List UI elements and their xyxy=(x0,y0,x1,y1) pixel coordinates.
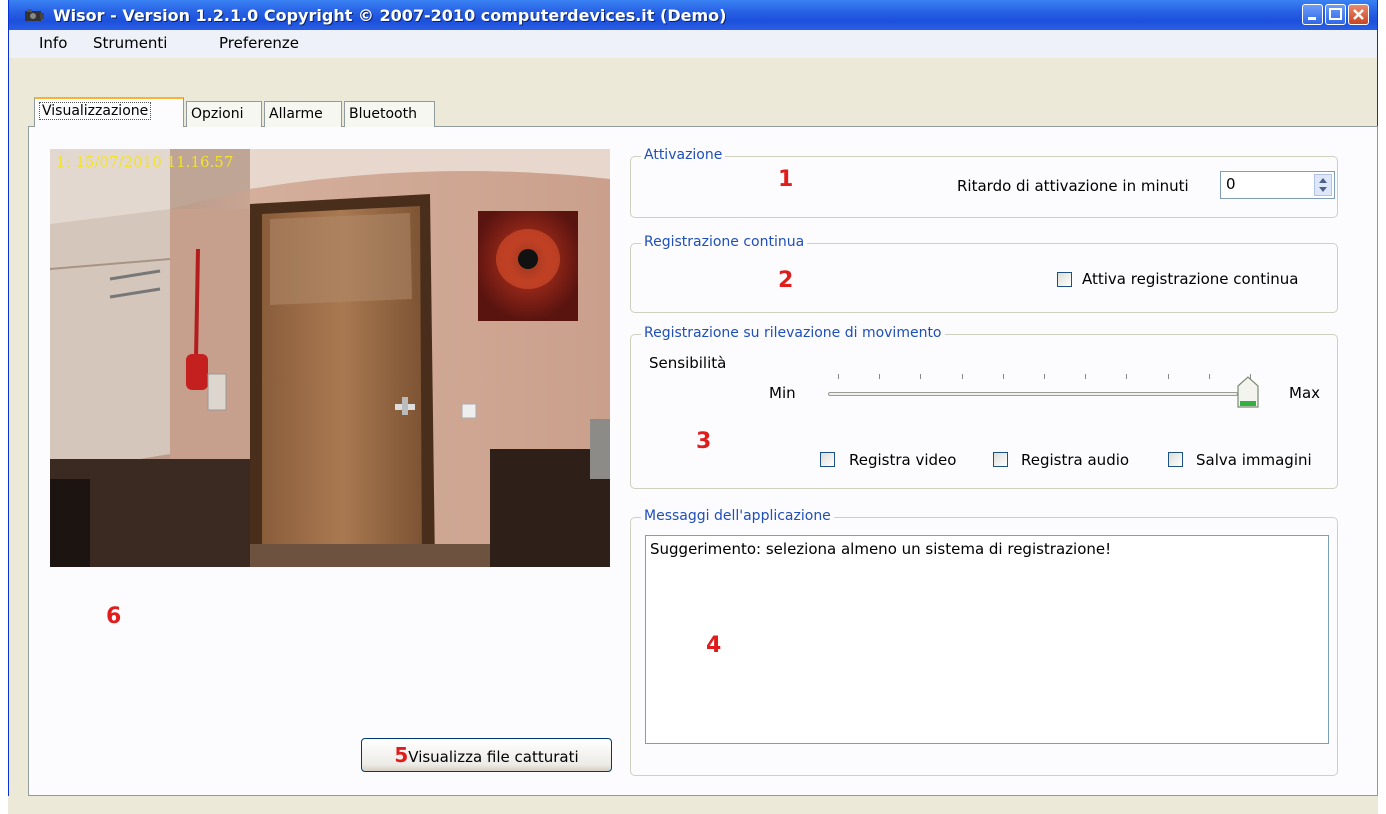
messaggi-textarea[interactable]: Suggerimento: seleziona almeno un sistem… xyxy=(645,535,1329,744)
capture-button-label: Visualizza file catturati xyxy=(408,748,579,766)
spin-up-down-icon xyxy=(1319,178,1327,192)
attiva-registrazione-continua-label: Attiva registrazione continua xyxy=(1082,270,1299,288)
slider-max-label: Max xyxy=(1289,384,1321,402)
group-continua-title: Registrazione continua xyxy=(641,234,808,250)
maximize-icon xyxy=(1329,8,1342,20)
ritardo-value: 0 xyxy=(1226,175,1236,193)
slider-tick xyxy=(961,374,963,379)
slider-tick xyxy=(1167,374,1169,379)
slider-tick xyxy=(879,374,881,379)
tab-bluetooth[interactable]: Bluetooth xyxy=(344,101,435,127)
marker-4: 4 xyxy=(706,633,722,658)
minimize-button[interactable] xyxy=(1302,4,1323,25)
sensibilita-slider-track[interactable] xyxy=(828,392,1238,396)
group-attivazione-title: Attivazione xyxy=(641,147,726,163)
camera-timestamp: 1: 15/07/2010 11.16.57 xyxy=(56,153,234,171)
menu-preferenze[interactable]: Preferenze xyxy=(219,34,299,52)
maximize-button[interactable] xyxy=(1325,4,1346,25)
camera-preview: 1: 15/07/2010 11.16.57 xyxy=(50,149,610,567)
slider-tick xyxy=(920,374,922,379)
registra-audio-checkbox[interactable] xyxy=(993,452,1008,467)
salva-immagini-label: Salva immagini xyxy=(1196,451,1312,469)
menu-strumenti[interactable]: Strumenti xyxy=(93,34,167,52)
group-movimento-title: Registrazione su rilevazione di moviment… xyxy=(641,325,945,341)
marker-3: 3 xyxy=(696,429,712,454)
slider-tick xyxy=(1085,374,1087,379)
tab-opzioni-label: Opzioni xyxy=(191,106,244,122)
slider-tick xyxy=(1208,374,1210,379)
close-button[interactable] xyxy=(1348,4,1369,25)
messaggi-text: Suggerimento: seleziona almeno un sistem… xyxy=(650,540,1112,558)
minimize-icon xyxy=(1308,17,1316,20)
marker-1: 1 xyxy=(778,167,794,192)
tab-allarme[interactable]: Allarme xyxy=(264,101,342,127)
slider-min-label: Min xyxy=(769,384,796,402)
window-bottom-border xyxy=(8,796,1378,814)
slider-tick xyxy=(1002,374,1004,379)
tab-allarme-label: Allarme xyxy=(269,106,323,122)
marker-6: 6 xyxy=(106,604,122,629)
slider-tick xyxy=(1044,374,1045,379)
close-icon xyxy=(1353,9,1364,20)
slider-tick xyxy=(1126,374,1128,379)
slider-tick xyxy=(838,374,839,379)
window-title: Wisor - Version 1.2.1.0 Copyright © 2007… xyxy=(53,6,727,25)
sensibilita-label: Sensibilità xyxy=(649,354,727,372)
camera-frame-image xyxy=(50,149,610,567)
registra-video-checkbox[interactable] xyxy=(820,452,835,467)
tab-visualizzazione-label: Visualizzazione xyxy=(39,102,152,120)
salva-immagini-checkbox[interactable] xyxy=(1168,452,1183,467)
registra-video-label: Registra video xyxy=(849,451,957,469)
attiva-registrazione-continua-checkbox[interactable] xyxy=(1057,272,1072,287)
menu-bar: Info Strumenti Preferenze xyxy=(9,30,1377,58)
title-bar[interactable]: Wisor - Version 1.2.1.0 Copyright © 2007… xyxy=(9,0,1377,30)
capture-button-marker: 5 xyxy=(394,743,409,767)
camera-app-icon xyxy=(25,9,44,21)
ritardo-spinner[interactable]: 0 xyxy=(1220,171,1335,199)
view-captured-files-button[interactable]: 5Visualizza file catturati xyxy=(361,738,612,772)
spinner-arrows[interactable] xyxy=(1314,174,1332,196)
tab-bluetooth-label: Bluetooth xyxy=(349,106,417,122)
registra-audio-label: Registra audio xyxy=(1021,451,1130,469)
sensibilita-slider-thumb[interactable] xyxy=(1237,376,1259,410)
tab-visualizzazione[interactable]: Visualizzazione xyxy=(34,97,184,127)
ritardo-label: Ritardo di attivazione in minuti xyxy=(957,177,1189,195)
group-messaggi-title: Messaggi dell'applicazione xyxy=(641,508,834,524)
tab-opzioni[interactable]: Opzioni xyxy=(186,101,262,127)
menu-info[interactable]: Info xyxy=(39,34,67,52)
marker-2: 2 xyxy=(778,268,794,293)
